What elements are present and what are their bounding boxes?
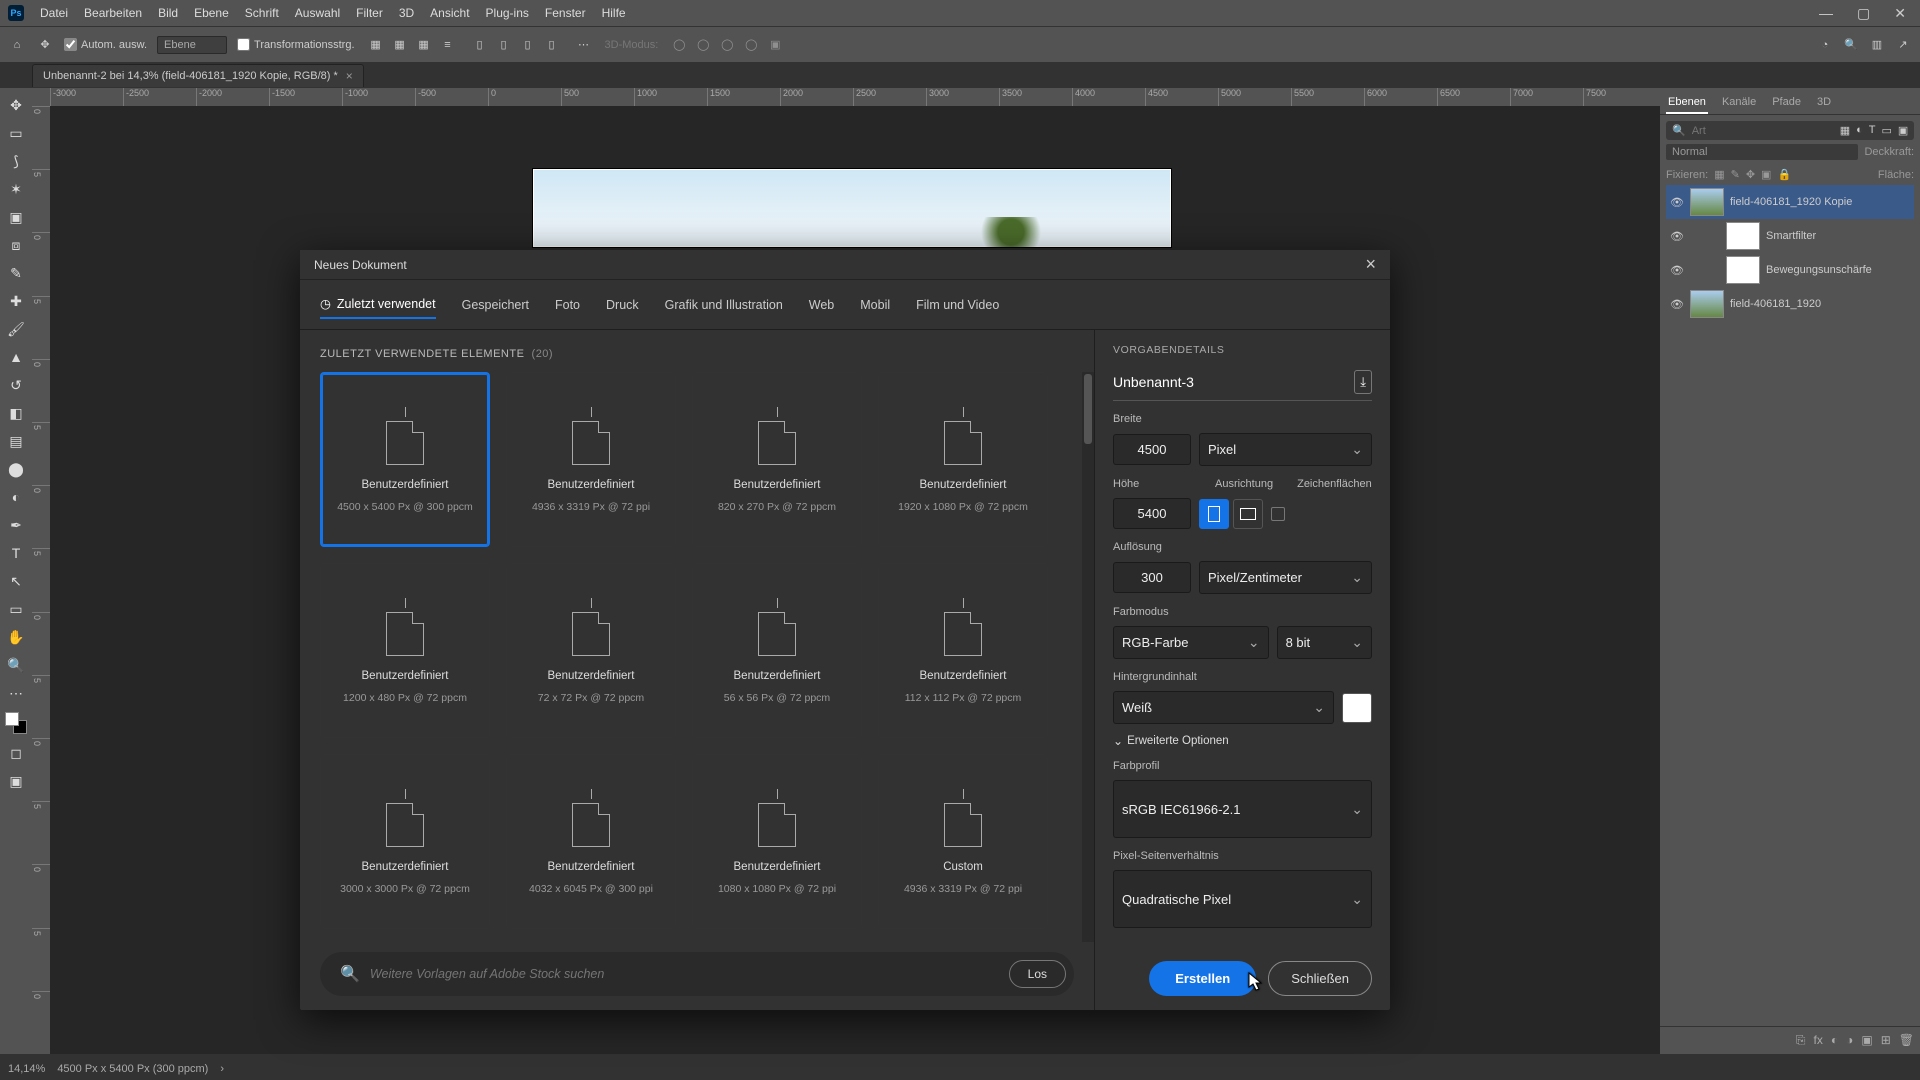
save-preset-icon[interactable]: ⤓ (1354, 370, 1372, 394)
document-icon (746, 598, 808, 660)
advanced-toggle[interactable]: Erweiterte Optionen (1113, 734, 1372, 748)
preset-name: Benutzerdefiniert (548, 479, 635, 491)
document-icon (932, 789, 994, 851)
preset-card[interactable]: Benutzerdefiniert 820 x 270 Px @ 72 ppcm (692, 372, 862, 547)
background-color-swatch[interactable] (1342, 693, 1372, 723)
preset-card[interactable]: Benutzerdefiniert 4936 x 3319 Px @ 72 pp… (506, 372, 676, 547)
stock-search-bar: 🔍 Los (320, 952, 1074, 996)
height-label: Höhe (1113, 478, 1191, 490)
document-icon (374, 598, 436, 660)
clock-icon: ◷ (320, 296, 331, 311)
close-button[interactable]: Schließen (1268, 961, 1372, 996)
preset-dimensions: 4500 x 5400 Px @ 300 ppcm (337, 501, 473, 513)
preset-dimensions: 56 x 56 Px @ 72 ppcm (724, 692, 830, 704)
orientation-label: Ausrichtung (1215, 478, 1273, 490)
stock-search-go-button[interactable]: Los (1009, 960, 1066, 988)
resolution-unit-dropdown[interactable]: Pixel/Zentimeter (1199, 561, 1372, 594)
orientation-landscape[interactable] (1233, 499, 1263, 529)
resolution-label: Auflösung (1113, 541, 1372, 553)
tab-art[interactable]: Grafik und Illustration (665, 290, 783, 319)
document-icon (374, 789, 436, 851)
preset-name: Benutzerdefiniert (362, 670, 449, 682)
preset-name: Benutzerdefiniert (734, 670, 821, 682)
preset-name: Benutzerdefiniert (362, 861, 449, 873)
dialog-close-icon[interactable]: × (1365, 254, 1376, 275)
preset-name: Benutzerdefiniert (734, 479, 821, 491)
tab-saved[interactable]: Gespeichert (462, 290, 529, 319)
tab-web[interactable]: Web (809, 290, 834, 319)
create-button[interactable]: Erstellen (1149, 961, 1256, 996)
preset-scrollbar[interactable] (1082, 372, 1094, 942)
details-heading: VORGABENDETAILS (1113, 344, 1372, 356)
preset-card[interactable]: Benutzerdefiniert 56 x 56 Px @ 72 ppcm (692, 563, 862, 738)
preset-card[interactable]: Benutzerdefiniert 4500 x 5400 Px @ 300 p… (320, 372, 490, 547)
preset-name: Benutzerdefiniert (920, 670, 1007, 682)
tab-film[interactable]: Film und Video (916, 290, 999, 319)
dialog-category-tabs: ◷Zuletzt verwendet Gespeichert Foto Druc… (300, 280, 1390, 330)
preset-name: Benutzerdefiniert (548, 861, 635, 873)
preset-card[interactable]: Benutzerdefiniert 72 x 72 Px @ 72 ppcm (506, 563, 676, 738)
preset-heading: ZULETZT VERWENDETE ELEMENTE (320, 348, 524, 360)
background-label: Hintergrundinhalt (1113, 671, 1372, 683)
document-icon (560, 407, 622, 469)
tab-photo[interactable]: Foto (555, 290, 580, 319)
artboards-checkbox[interactable] (1271, 507, 1285, 521)
preset-grid: Benutzerdefiniert 4500 x 5400 Px @ 300 p… (320, 372, 1082, 942)
preset-card[interactable]: Benutzerdefiniert 1200 x 480 Px @ 72 ppc… (320, 563, 490, 738)
preset-name: Benutzerdefiniert (362, 479, 449, 491)
preset-card[interactable]: Benutzerdefiniert 1920 x 1080 Px @ 72 pp… (878, 372, 1048, 547)
document-icon (746, 789, 808, 851)
search-icon: 🔍 (340, 964, 360, 984)
new-document-dialog: Neues Dokument × ◷Zuletzt verwendet Gesp… (300, 250, 1390, 1010)
width-label: Breite (1113, 413, 1372, 425)
doc-name-field[interactable]: Unbenannt-3 (1113, 374, 1194, 390)
preset-card[interactable]: Custom 4936 x 3319 Px @ 72 ppi (878, 754, 1048, 929)
color-profile-dropdown[interactable]: sRGB IEC61966-2.1 (1113, 780, 1372, 838)
preset-dimensions: 1200 x 480 Px @ 72 ppcm (343, 692, 467, 704)
profile-label: Farbprofil (1113, 760, 1372, 772)
preset-name: Benutzerdefiniert (548, 670, 635, 682)
preset-card[interactable]: Benutzerdefiniert 4032 x 6045 Px @ 300 p… (506, 754, 676, 929)
preset-dimensions: 4936 x 3319 Px @ 72 ppi (532, 501, 650, 513)
height-input[interactable]: 5400 (1113, 498, 1191, 529)
preset-card[interactable]: Benutzerdefiniert 112 x 112 Px @ 72 ppcm (878, 563, 1048, 738)
tab-mobile[interactable]: Mobil (860, 290, 890, 319)
preset-name: Benutzerdefiniert (920, 479, 1007, 491)
preset-details-panel: VORGABENDETAILS Unbenannt-3 ⤓ Breite 450… (1094, 330, 1390, 1010)
orientation-portrait[interactable] (1199, 499, 1229, 529)
preset-dimensions: 1080 x 1080 Px @ 72 ppi (718, 883, 836, 895)
preset-dimensions: 4936 x 3319 Px @ 72 ppi (904, 883, 1022, 895)
document-icon (932, 598, 994, 660)
preset-dimensions: 1920 x 1080 Px @ 72 ppcm (898, 501, 1028, 513)
resolution-input[interactable]: 300 (1113, 562, 1191, 593)
unit-dropdown[interactable]: Pixel (1199, 433, 1372, 466)
background-dropdown[interactable]: Weiß (1113, 691, 1334, 724)
preset-dimensions: 4032 x 6045 Px @ 300 ppi (529, 883, 653, 895)
width-input[interactable]: 4500 (1113, 434, 1191, 465)
preset-name: Benutzerdefiniert (734, 861, 821, 873)
pixel-aspect-dropdown[interactable]: Quadratische Pixel (1113, 870, 1372, 928)
artboards-label: Zeichenflächen (1297, 478, 1372, 490)
tab-print[interactable]: Druck (606, 290, 639, 319)
preset-card[interactable]: Benutzerdefiniert 1080 x 1080 Px @ 72 pp… (692, 754, 862, 929)
document-icon (560, 598, 622, 660)
preset-dimensions: 3000 x 3000 Px @ 72 ppcm (340, 883, 470, 895)
preset-dimensions: 820 x 270 Px @ 72 ppcm (718, 501, 836, 513)
dialog-title: Neues Dokument (314, 258, 407, 272)
preset-dimensions: 72 x 72 Px @ 72 ppcm (538, 692, 644, 704)
preset-count: (20) (532, 348, 554, 360)
preset-dimensions: 112 x 112 Px @ 72 ppcm (905, 692, 1022, 704)
colormode-dropdown[interactable]: RGB-Farbe (1113, 626, 1269, 659)
preset-card[interactable]: Benutzerdefiniert 3000 x 3000 Px @ 72 pp… (320, 754, 490, 929)
tab-recent[interactable]: ◷Zuletzt verwendet (320, 290, 436, 319)
document-icon (560, 789, 622, 851)
document-icon (746, 407, 808, 469)
stock-search-input[interactable] (370, 967, 999, 981)
preset-name: Custom (943, 861, 983, 873)
document-icon (374, 407, 436, 469)
document-icon (932, 407, 994, 469)
colormode-label: Farbmodus (1113, 606, 1372, 618)
aspect-label: Pixel-Seitenverhältnis (1113, 850, 1372, 862)
bitdepth-dropdown[interactable]: 8 bit (1277, 626, 1372, 659)
